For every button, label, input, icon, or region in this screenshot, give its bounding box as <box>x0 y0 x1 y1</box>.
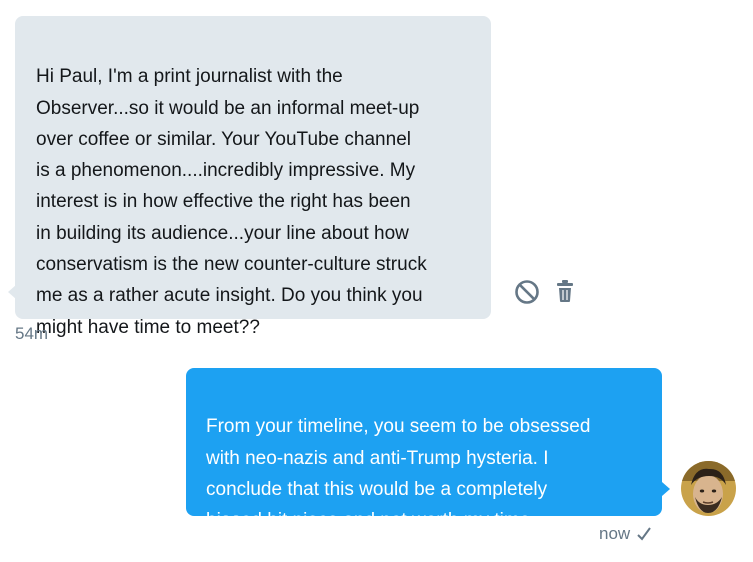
avatar-image <box>681 461 736 516</box>
outgoing-message-text: From your timeline, you seem to be obses… <box>206 416 591 532</box>
block-icon[interactable] <box>514 279 540 305</box>
incoming-message-bubble: Hi Paul, I'm a print journalist with the… <box>8 16 491 338</box>
outgoing-status: now <box>599 524 652 544</box>
incoming-timestamp: 54m <box>15 324 49 343</box>
outgoing-message-bubble: From your timeline, you seem to be obses… <box>186 368 670 531</box>
outgoing-bubble-tail <box>662 482 670 496</box>
incoming-message-text: Hi Paul, I'm a print journalist with the… <box>36 66 427 338</box>
trash-icon[interactable] <box>556 279 574 303</box>
outgoing-timestamp: now <box>599 524 631 543</box>
avatar[interactable] <box>681 461 736 516</box>
checkmark-icon <box>637 527 651 541</box>
incoming-bubble-tail <box>8 285 16 299</box>
